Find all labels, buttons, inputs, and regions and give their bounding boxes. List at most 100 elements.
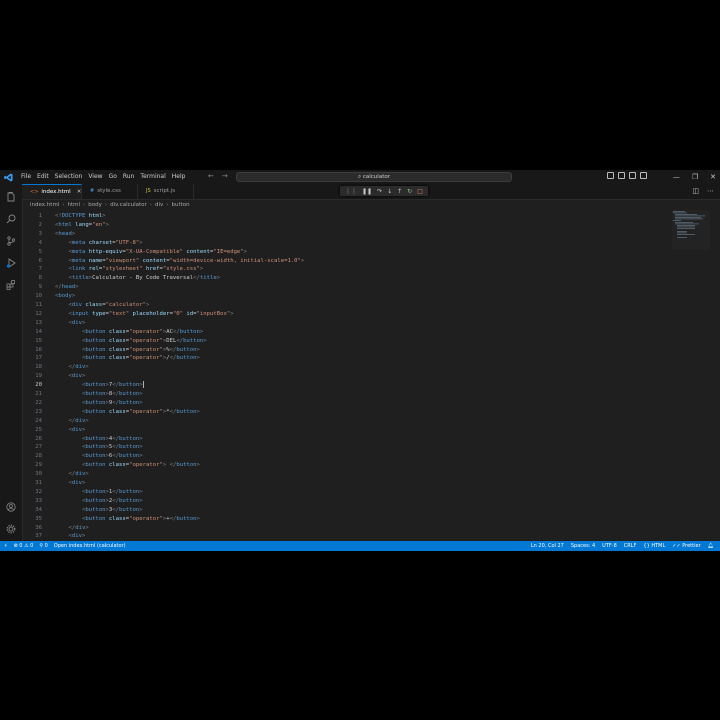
toggle-sidebar-icon[interactable] (607, 172, 614, 179)
editor-tabs: <> index.html ✕ # style.css JS script.js ⋮⋮ … (22, 184, 720, 200)
cursor-position[interactable]: Ln 20, Col 27 (531, 541, 564, 551)
code-text: <div> (68, 319, 86, 326)
line-number: 22 (35, 399, 42, 406)
step-into-icon[interactable]: ↓ (387, 188, 392, 195)
search-icon: ⌕ (358, 174, 362, 180)
menu-selection[interactable]: Selection (52, 170, 86, 184)
code-line: 19 <div> (22, 372, 662, 381)
problems-indicator[interactable]: ⊗ 0 ⚠ 0 (14, 541, 34, 551)
code-line: 8 <title>Calculator - By Code Traversal<… (22, 274, 662, 283)
restore-icon[interactable]: ❐ (692, 170, 698, 184)
code-line: 24 </div> (22, 417, 662, 426)
code-line: 30 </div> (22, 470, 662, 479)
breadcrumb-item[interactable]: html (68, 202, 81, 208)
code-line: 32 <button>1</button> (22, 488, 662, 497)
pause-icon[interactable]: ❚❚ (362, 188, 372, 195)
code-line: 7 <link rel="stylesheet" href="style.css… (22, 265, 662, 274)
code-text: <div> (68, 373, 86, 380)
chevron-right-icon: › (104, 202, 108, 208)
breadcrumb-item[interactable]: button (171, 202, 189, 208)
code-line: 26 <button>4</button> (22, 435, 662, 444)
activity-bar (0, 184, 23, 541)
code-text: <button>2</button> (81, 497, 143, 504)
line-number: 14 (35, 328, 42, 335)
menu-edit[interactable]: Edit (34, 170, 52, 184)
manage-gear-icon[interactable] (6, 524, 16, 534)
line-number: 9 (38, 284, 42, 291)
step-over-icon[interactable]: ↷ (377, 188, 382, 195)
source-control-icon[interactable] (6, 236, 16, 246)
restart-icon[interactable]: ↻ (407, 188, 412, 195)
chevron-right-icon: › (149, 202, 152, 208)
customize-layout-icon[interactable] (640, 172, 647, 179)
menu-go[interactable]: Go (106, 170, 120, 184)
code-line: 33 <button>2</button> (22, 497, 662, 506)
breadcrumb-item[interactable]: div (155, 202, 163, 208)
line-number: 5 (38, 248, 42, 255)
tab-style-css[interactable]: # style.css (82, 184, 138, 199)
breadcrumb-item[interactable]: div.calculator (110, 202, 147, 208)
encoding[interactable]: UTF-8 (602, 541, 617, 551)
toggle-secondary-sidebar-icon[interactable] (629, 172, 636, 179)
code-line: 31 <div> (22, 479, 662, 488)
code-text: <button>3</button> (81, 506, 143, 513)
close-tab-icon[interactable]: ✕ (77, 189, 82, 195)
stop-icon[interactable]: □ (417, 188, 423, 195)
language-mode[interactable]: {} HTML (643, 541, 665, 551)
breadcrumb-item[interactable]: index.html (30, 202, 59, 208)
explorer-icon[interactable] (6, 192, 16, 202)
code-line: 12 <input type="text" placeholder="0" id… (22, 310, 662, 319)
line-number: 35 (35, 515, 42, 522)
tab-index-html[interactable]: <> index.html ✕ (22, 184, 82, 199)
code-line: 15 <button class="operator">DEL</button> (22, 337, 662, 346)
js-file-icon: JS (146, 188, 151, 194)
forward-arrow-icon[interactable]: → (222, 172, 228, 180)
title-bar: File Edit Selection View Go Run Terminal Help ←… (0, 170, 720, 184)
line-number: 36 (35, 524, 42, 531)
line-number: 23 (35, 408, 42, 415)
code-text: </div> (68, 417, 89, 424)
run-debug-icon[interactable] (6, 258, 16, 268)
indentation[interactable]: Spaces: 4 (571, 541, 595, 551)
vscode-window: File Edit Selection View Go Run Terminal Help ←… (0, 170, 720, 551)
tab-script-js[interactable]: JS script.js (138, 184, 194, 199)
command-center[interactable]: ⌕ calculator (236, 172, 512, 182)
close-window-icon[interactable]: ✕ (710, 170, 716, 184)
back-arrow-icon[interactable]: ← (208, 172, 214, 180)
code-editor[interactable]: 1 <!DOCTYPE html> 2 <html lang="en"> 3 <head>… (22, 210, 672, 541)
menu-help[interactable]: Help (169, 170, 189, 184)
minimize-icon[interactable]: — (673, 170, 680, 184)
line-endings[interactable]: CRLF (624, 541, 637, 551)
code-line: 25 <div> (22, 426, 662, 435)
more-actions-icon[interactable]: ⋯ (707, 187, 714, 195)
menu-file[interactable]: File (18, 170, 34, 184)
menu-run[interactable]: Run (120, 170, 138, 184)
code-line: 37 <div> (22, 532, 662, 541)
search-view-icon[interactable] (6, 214, 16, 224)
code-line: 20 <button>7</button> (22, 381, 662, 390)
code-text: </div> (68, 364, 89, 371)
prettier-status[interactable]: ✓✓ Prettier (672, 541, 700, 551)
drag-handle-icon[interactable]: ⋮⋮ (345, 188, 357, 195)
breadcrumb-item[interactable]: body (88, 202, 102, 208)
step-out-icon[interactable]: ↑ (397, 188, 402, 195)
remote-icon[interactable]: ⚡ (4, 541, 8, 551)
menu-terminal[interactable]: Terminal (137, 170, 168, 184)
line-number: 31 (35, 480, 42, 486)
minimap[interactable] (672, 210, 710, 250)
line-number: 26 (35, 435, 42, 442)
code-text: <meta charset="UTF-8"> (68, 239, 143, 246)
open-file-status[interactable]: Open index.html (calculator) (54, 541, 126, 551)
split-editor-icon[interactable]: ◫ (692, 187, 699, 195)
code-line: 35 <button class="operator">+</button> (22, 515, 662, 524)
status-left: ⚡ ⊗ 0 ⚠ 0 ⚲ 0 Open index.html (calculato… (4, 541, 126, 551)
code-text: <button class="operator">%</button> (81, 346, 200, 353)
code-text: <div> (68, 426, 86, 433)
extensions-icon[interactable] (6, 280, 16, 290)
menu-view[interactable]: View (85, 170, 105, 184)
accounts-icon[interactable] (6, 502, 16, 512)
ports-indicator[interactable]: ⚲ 0 (39, 541, 47, 551)
chevron-right-icon: › (83, 202, 86, 208)
toggle-panel-icon[interactable] (618, 172, 625, 179)
notifications-bell-icon[interactable]: 🔔︎ (708, 541, 714, 551)
